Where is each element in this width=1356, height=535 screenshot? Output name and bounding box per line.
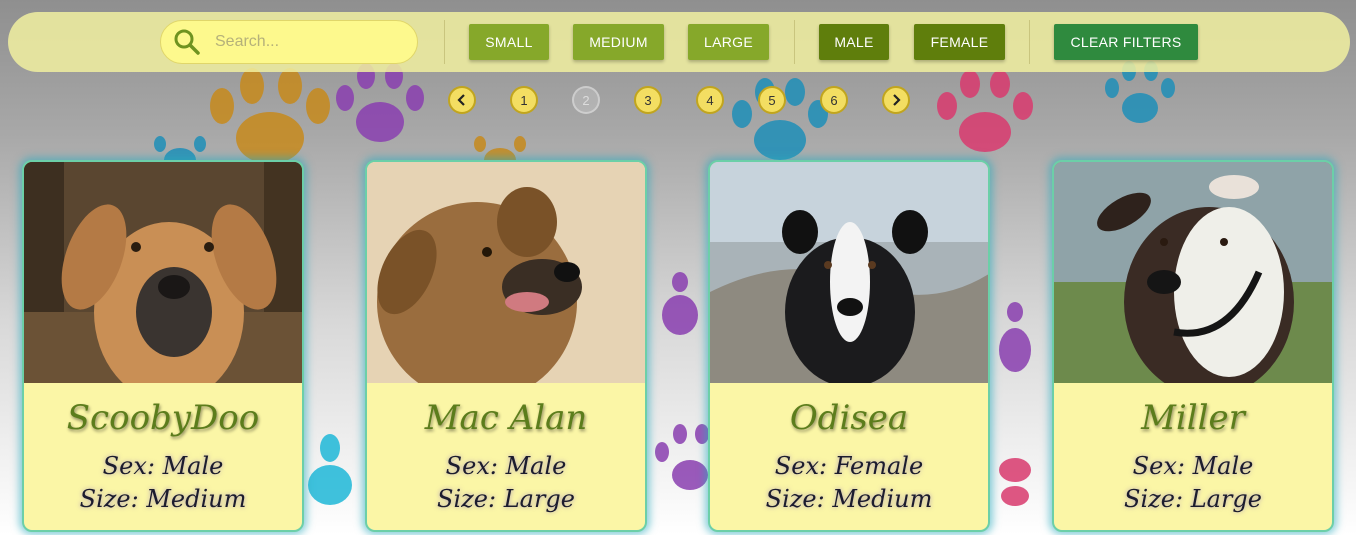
dog-sex: Sex: Male: [1132, 452, 1254, 480]
dog-card[interactable]: Odisea Sex: Female Size: Medium: [708, 160, 990, 532]
page-button[interactable]: 3: [634, 86, 662, 114]
filter-medium-button[interactable]: MEDIUM: [573, 24, 664, 60]
filter-toolbar: SMALL MEDIUM LARGE MALE FEMALE CLEAR FIL…: [8, 12, 1350, 72]
dog-photo: [1054, 162, 1332, 383]
dog-photo: [710, 162, 988, 383]
paw-print-icon: [999, 302, 1031, 372]
dog-card[interactable]: ScoobyDoo Sex: Male Size: Medium: [22, 160, 304, 532]
dog-size: Size: Large: [1124, 485, 1262, 513]
dog-size: Size: Large: [437, 485, 575, 513]
dog-name: ScoobyDoo: [66, 398, 260, 438]
toolbar-divider: [794, 20, 795, 64]
chevron-right-icon: [893, 94, 901, 106]
dog-photo: [24, 162, 302, 383]
dog-card[interactable]: Mac Alan Sex: Male Size: Large: [365, 160, 647, 532]
filter-male-button[interactable]: MALE: [819, 24, 889, 60]
paw-print-icon: [662, 272, 698, 335]
prev-page-button[interactable]: [448, 86, 476, 114]
pagination: 1 2 3 4 5 6: [0, 86, 1356, 116]
paw-print-icon: [308, 434, 352, 505]
page-button[interactable]: 1: [510, 86, 538, 114]
filter-female-button[interactable]: FEMALE: [914, 24, 1005, 60]
page-button[interactable]: 4: [696, 86, 724, 114]
search-input[interactable]: [213, 32, 397, 52]
dog-size: Size: Medium: [765, 485, 933, 513]
search-box[interactable]: [160, 20, 418, 64]
chevron-left-icon: [457, 94, 465, 106]
search-icon: [174, 29, 200, 55]
page-button[interactable]: 6: [820, 86, 848, 114]
dog-size: Size: Medium: [79, 485, 247, 513]
dog-card[interactable]: Miller Sex: Male Size: Large: [1052, 160, 1334, 532]
paw-print-icon: [999, 458, 1031, 506]
dog-name: Mac Alan: [424, 398, 588, 438]
toolbar-divider: [444, 20, 445, 64]
toolbar-divider: [1029, 20, 1030, 64]
dog-sex: Sex: Male: [102, 452, 224, 480]
paw-print-icon: [210, 68, 330, 164]
page-button[interactable]: 5: [758, 86, 786, 114]
dog-sex: Sex: Male: [445, 452, 567, 480]
page-button-current[interactable]: 2: [572, 86, 600, 114]
next-page-button[interactable]: [882, 86, 910, 114]
dog-photo: [367, 162, 645, 383]
filter-large-button[interactable]: LARGE: [688, 24, 769, 60]
filter-small-button[interactable]: SMALL: [469, 24, 549, 60]
dog-sex: Sex: Female: [774, 452, 924, 480]
dog-name: Odisea: [789, 398, 909, 438]
clear-filters-button[interactable]: CLEAR FILTERS: [1054, 24, 1198, 60]
dog-name: Miller: [1141, 398, 1245, 438]
